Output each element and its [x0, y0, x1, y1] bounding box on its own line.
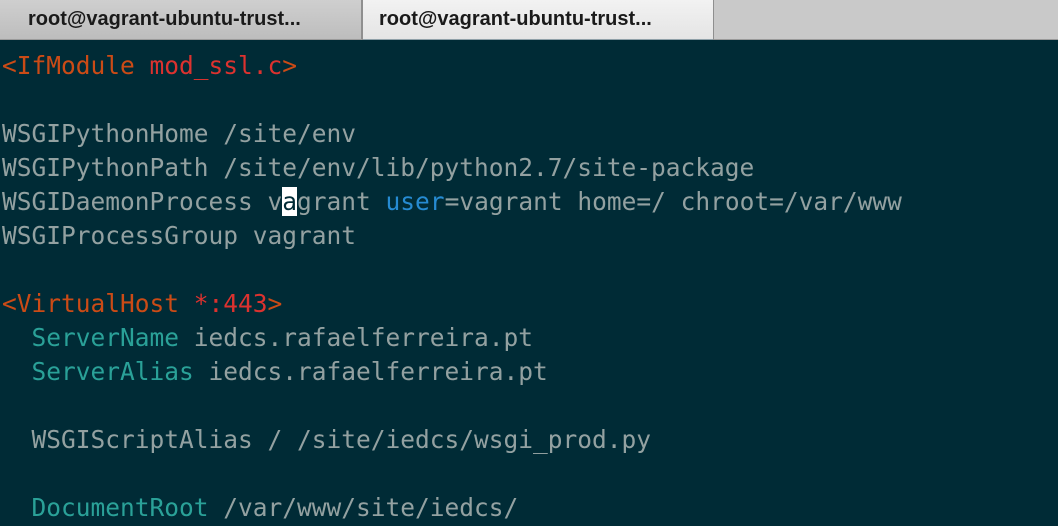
terminal-text-segment: iedcs.rafaelferreira.pt [193, 357, 548, 386]
terminal-text-segment: > [267, 289, 283, 318]
terminal-window: root@vagrant-ubuntu-trust... root@vagran… [0, 0, 1058, 526]
terminal-text-segment: ServerAlias [31, 357, 194, 386]
terminal-line: WSGIPythonHome /site/env [2, 117, 356, 151]
tab-terminal-2[interactable]: root@vagrant-ubuntu-trust... [362, 0, 714, 40]
terminal-line: DocumentRoot /var/www/site/iedcs/ [2, 491, 519, 525]
terminal-text-segment: <IfModule [2, 51, 150, 80]
terminal-text-segment: *:443 [193, 289, 268, 318]
tab-label: root@vagrant-ubuntu-trust... [379, 8, 652, 30]
tab-bar: root@vagrant-ubuntu-trust... root@vagran… [0, 0, 1058, 40]
terminal-text-segment: iedcs.rafaelferreira.pt [179, 323, 534, 352]
terminal-text-segment: <VirtualHost [2, 289, 194, 318]
terminal-text-segment: WSGIPythonPath /site/env/lib/python2.7/s… [2, 153, 755, 182]
terminal-text-segment: > [282, 51, 298, 80]
terminal-text-segment: mod_ssl.c [149, 51, 283, 80]
terminal-line: WSGIScriptAlias / /site/iedcs/wsgi_prod.… [2, 423, 652, 457]
terminal-text-segment: WSGIScriptAlias / /site/iedcs/wsgi_prod.… [2, 425, 652, 454]
terminal-text-segment: user [385, 187, 445, 216]
terminal-content[interactable]: <IfModule mod_ssl.c> WSGIPythonHome /site… [0, 40, 1058, 526]
tab-label: root@vagrant-ubuntu-trust... [28, 8, 301, 30]
terminal-text-segment: WSGIDaemonProcess v [2, 187, 283, 216]
terminal-line: WSGIDaemonProcess vagrant user=vagrant h… [2, 185, 902, 219]
terminal-line: <VirtualHost *:443> [2, 287, 282, 321]
terminal-line: ServerAlias iedcs.rafaelferreira.pt [2, 355, 548, 389]
terminal-text-segment: WSGIProcessGroup vagrant [2, 221, 357, 250]
text-cursor: a [282, 187, 298, 216]
terminal-text-segment: ServerName [31, 323, 180, 352]
terminal-text-segment: grant [297, 187, 386, 216]
terminal-text-segment: DocumentRoot [31, 493, 209, 522]
terminal-line: <IfModule mod_ssl.c> [2, 49, 297, 83]
terminal-text-segment: WSGIPythonHome /site/env [2, 119, 357, 148]
terminal-line: ServerName iedcs.rafaelferreira.pt [2, 321, 534, 355]
tab-terminal-1[interactable]: root@vagrant-ubuntu-trust... [0, 0, 362, 39]
terminal-line: WSGIProcessGroup vagrant [2, 219, 356, 253]
terminal-line: WSGIPythonPath /site/env/lib/python2.7/s… [2, 151, 754, 185]
terminal-text-segment: /var/www/site/iedcs/ [208, 493, 519, 522]
terminal-text-segment: =vagrant home=/ chroot=/var/www [444, 187, 902, 216]
